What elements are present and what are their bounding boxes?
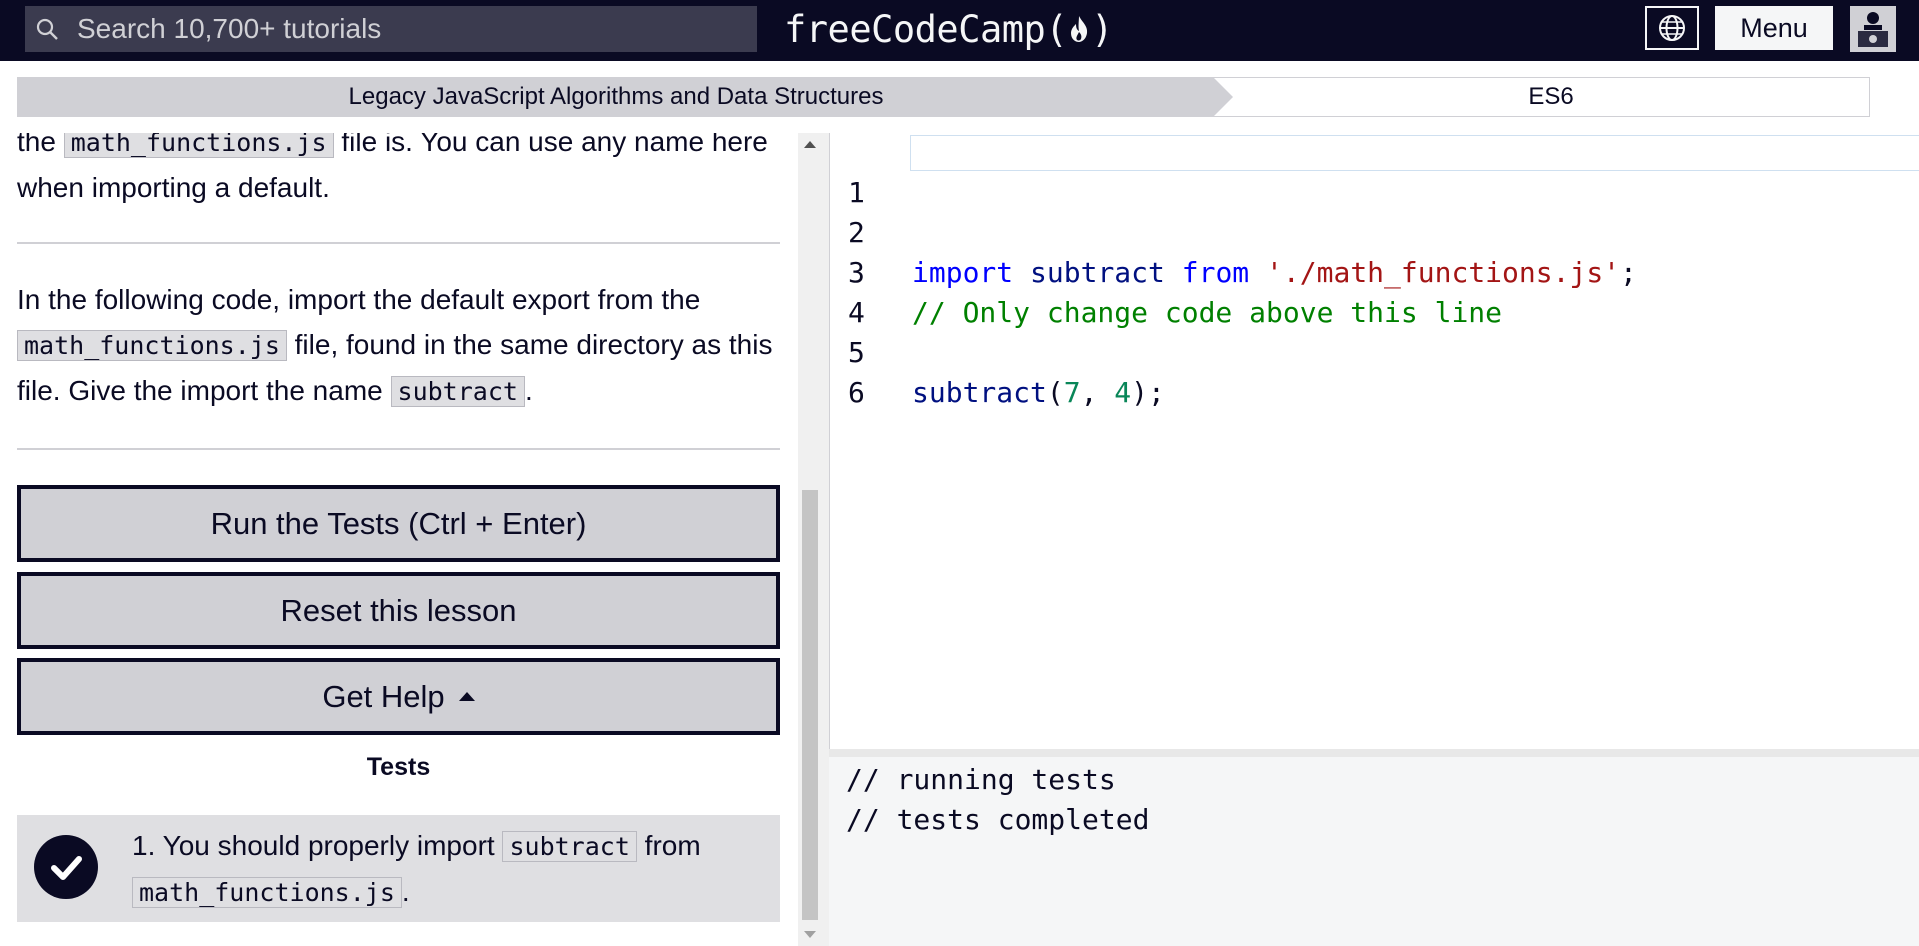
brand-logo[interactable]: freeCodeCamp( ) bbox=[784, 6, 1113, 52]
code-line: 6 bbox=[830, 333, 1919, 409]
scroll-down-arrow-icon[interactable] bbox=[804, 931, 816, 938]
globe-icon bbox=[1659, 15, 1685, 41]
reset-lesson-button[interactable]: Reset this lesson bbox=[17, 572, 780, 649]
console-line: // running tests bbox=[846, 763, 1116, 796]
punctuation: , bbox=[1080, 376, 1115, 409]
number-literal: 4 bbox=[1114, 376, 1132, 409]
code-line: 2 bbox=[830, 173, 1919, 249]
test-text: . bbox=[401, 876, 410, 907]
instructions-paragraph-1: the math_functions.js file is. You can u… bbox=[17, 133, 780, 210]
divider bbox=[17, 242, 780, 244]
line-number: 6 bbox=[848, 376, 865, 409]
instruction-text: the bbox=[17, 133, 56, 157]
scrollbar-thumb[interactable] bbox=[802, 490, 818, 920]
tests-heading: Tests bbox=[366, 753, 431, 781]
editor-console-resize-handle[interactable] bbox=[829, 749, 1919, 757]
search-icon bbox=[36, 18, 58, 40]
check-icon bbox=[34, 835, 98, 899]
get-help-label: Get Help bbox=[322, 678, 445, 714]
punctuation: ); bbox=[1131, 376, 1165, 409]
code-editor[interactable]: 1 import subtract from './math_functions… bbox=[829, 133, 1919, 749]
instructions-scrollbar[interactable] bbox=[798, 133, 821, 946]
inline-code: math_functions.js bbox=[132, 877, 402, 908]
top-navbar: freeCodeCamp( ) Menu bbox=[0, 0, 1919, 61]
menu-button[interactable]: Menu bbox=[1715, 6, 1833, 50]
breadcrumb-section[interactable]: Legacy JavaScript Algorithms and Data St… bbox=[18, 78, 1214, 116]
pane-resize-handle[interactable] bbox=[821, 133, 829, 946]
console-line: // tests completed bbox=[846, 803, 1150, 836]
code-content: subtract(7, 4); bbox=[912, 373, 1165, 413]
avatar-icon bbox=[1858, 12, 1888, 47]
user-avatar[interactable] bbox=[1850, 6, 1896, 52]
scroll-up-arrow-icon[interactable] bbox=[804, 141, 816, 148]
brand-paren-open: ( bbox=[1045, 7, 1068, 51]
breadcrumb-subsection[interactable]: ES6 bbox=[1233, 78, 1869, 116]
test-item: 1. You should properly import subtract f… bbox=[17, 815, 780, 922]
brand-paren-close: ) bbox=[1091, 7, 1113, 51]
instruction-text: In the following code, import the defaul… bbox=[17, 284, 701, 315]
divider bbox=[17, 448, 780, 450]
code-line: 1 import subtract from './math_functions… bbox=[830, 133, 1919, 289]
search-bar[interactable] bbox=[25, 6, 757, 52]
code-line: 3 // Only change code above this line bbox=[830, 213, 1919, 329]
breadcrumb-separator bbox=[1214, 78, 1233, 116]
run-tests-button[interactable]: Run the Tests (Ctrl + Enter) bbox=[17, 485, 780, 562]
search-input[interactable] bbox=[75, 12, 757, 46]
breadcrumb: Legacy JavaScript Algorithms and Data St… bbox=[17, 77, 1870, 117]
active-line-highlight bbox=[910, 135, 1919, 171]
test-text: from bbox=[644, 830, 701, 861]
flame-icon bbox=[1071, 16, 1088, 42]
output-console: // running tests // tests completed bbox=[829, 757, 1919, 946]
inline-code: math_functions.js bbox=[63, 133, 334, 158]
inline-code: subtract bbox=[390, 376, 525, 407]
inline-code: subtract bbox=[502, 831, 637, 862]
get-help-button[interactable]: Get Help bbox=[17, 658, 780, 735]
punctuation: ( bbox=[1046, 376, 1064, 409]
inline-code: math_functions.js bbox=[17, 330, 287, 361]
caret-up-icon bbox=[458, 692, 475, 701]
function-call: subtract bbox=[912, 376, 1047, 409]
instructions-paragraph-2: In the following code, import the defaul… bbox=[17, 277, 780, 414]
instructions-pane: the math_functions.js file is. You can u… bbox=[0, 133, 796, 946]
test-description: 1. You should properly import subtract f… bbox=[132, 823, 752, 915]
number-literal: 7 bbox=[1063, 376, 1081, 409]
test-text: 1. You should properly import bbox=[132, 830, 495, 861]
instruction-text: . bbox=[524, 375, 533, 406]
code-line: 5 subtract(7, 4); bbox=[830, 293, 1919, 409]
language-button[interactable] bbox=[1645, 6, 1699, 50]
brand-name: freeCodeCamp bbox=[784, 7, 1046, 51]
code-line: 4 bbox=[830, 253, 1919, 329]
